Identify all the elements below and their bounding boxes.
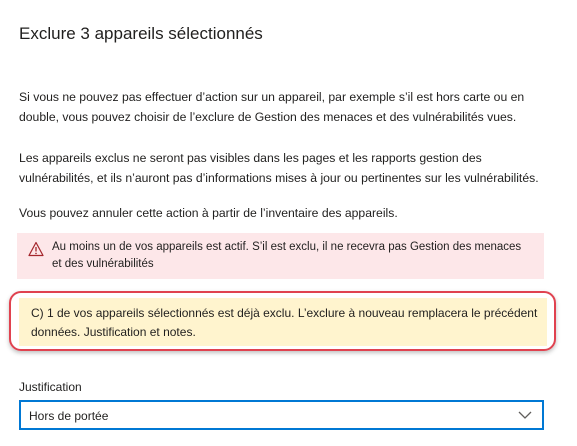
active-device-warning-banner: Au moins un de vos appareils est actif. … xyxy=(17,233,544,279)
justification-selected-value: Hors de portée xyxy=(29,409,109,423)
warning-text: Au moins un de vos appareils est actif. … xyxy=(52,241,522,270)
exclude-devices-panel: Exclure 3 appareils sélectionnés Si vous… xyxy=(0,0,577,446)
description-paragraph-1: Si vous ne pouvez pas effectuer d’action… xyxy=(19,90,525,124)
justification-dropdown[interactable]: Hors de portée xyxy=(19,400,544,430)
description-paragraph-2: Les appareils exclus ne seront pas visib… xyxy=(19,151,539,185)
description-paragraph-3: Vous pouvez annuler cette action à parti… xyxy=(19,206,398,220)
panel-title: Exclure 3 appareils sélectionnés xyxy=(19,24,263,43)
justification-label: Justification xyxy=(19,380,82,394)
warning-triangle-icon xyxy=(28,241,44,257)
chevron-down-icon xyxy=(518,411,532,419)
highlight-outline xyxy=(9,291,556,351)
